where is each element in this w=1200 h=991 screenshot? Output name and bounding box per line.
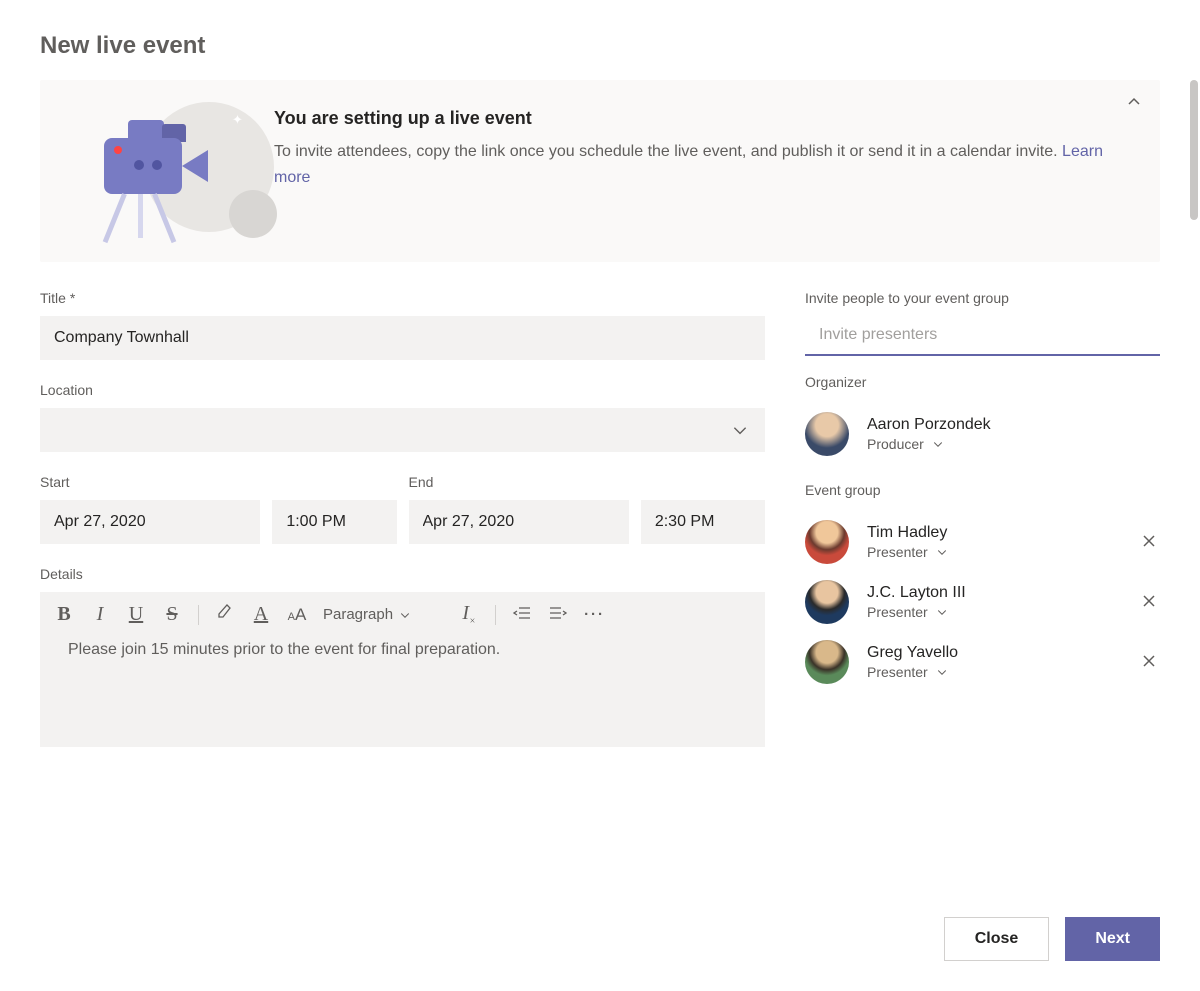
font-size-button[interactable]: AA — [287, 605, 307, 625]
invite-presenters-input[interactable] — [805, 316, 1160, 356]
font-color-button[interactable]: A — [251, 603, 271, 626]
member-role-select[interactable]: Presenter — [867, 664, 1120, 680]
organizer-section-label: Organizer — [805, 374, 1160, 390]
avatar — [805, 580, 849, 624]
end-time-input[interactable] — [641, 500, 765, 544]
avatar — [805, 412, 849, 456]
location-label: Location — [40, 382, 765, 398]
next-button[interactable]: Next — [1065, 917, 1160, 961]
banner-title: You are setting up a live event — [274, 108, 1136, 129]
organizer-role-select[interactable]: Producer — [867, 436, 1160, 452]
event-group-row: J.C. Layton III Presenter — [805, 572, 1160, 632]
member-name: Greg Yavello — [867, 644, 1120, 662]
indent-button[interactable] — [548, 603, 568, 626]
details-textarea[interactable]: Please join 15 minutes prior to the even… — [40, 637, 765, 747]
invite-label: Invite people to your event group — [805, 290, 1160, 306]
member-role-select[interactable]: Presenter — [867, 604, 1120, 620]
info-banner: ✦ You are setting up a live event To inv… — [40, 80, 1160, 262]
organizer-row: Aaron Porzondek Producer — [805, 404, 1160, 464]
collapse-banner-button[interactable] — [1126, 94, 1142, 115]
underline-button[interactable]: U — [126, 603, 146, 626]
paragraph-style-button[interactable]: Paragraph — [323, 606, 411, 623]
start-time-input[interactable] — [272, 500, 396, 544]
member-name: Tim Hadley — [867, 524, 1120, 542]
page-title: New live event — [40, 32, 1160, 60]
scrollbar-thumb[interactable] — [1190, 80, 1198, 220]
more-options-button[interactable]: ··· — [584, 606, 605, 623]
close-button[interactable]: Close — [944, 917, 1050, 961]
strike-button[interactable]: S — [162, 603, 182, 626]
event-group-row: Tim Hadley Presenter — [805, 512, 1160, 572]
banner-description: To invite attendees, copy the link once … — [274, 143, 1062, 160]
remove-member-button[interactable] — [1138, 588, 1160, 617]
bold-button[interactable]: B — [54, 603, 74, 626]
remove-member-button[interactable] — [1138, 528, 1160, 557]
title-input[interactable] — [40, 316, 765, 360]
outdent-button[interactable] — [512, 603, 532, 626]
avatar — [805, 640, 849, 684]
event-group-row: Greg Yavello Presenter — [805, 632, 1160, 692]
member-role-select[interactable]: Presenter — [867, 544, 1120, 560]
avatar — [805, 520, 849, 564]
camera-illustration: ✦ — [64, 98, 274, 238]
chevron-down-icon — [731, 421, 749, 439]
end-label: End — [409, 474, 766, 490]
start-label: Start — [40, 474, 397, 490]
event-group-section-label: Event group — [805, 482, 1160, 498]
location-select[interactable] — [40, 408, 765, 452]
start-date-input[interactable] — [40, 500, 260, 544]
end-date-input[interactable] — [409, 500, 629, 544]
details-label: Details — [40, 566, 765, 582]
remove-member-button[interactable] — [1138, 648, 1160, 677]
member-name: J.C. Layton III — [867, 584, 1120, 602]
title-label: Title * — [40, 290, 765, 306]
organizer-name: Aaron Porzondek — [867, 416, 1160, 434]
clear-format-button[interactable]: I× — [459, 602, 479, 627]
italic-button[interactable]: I — [90, 603, 110, 626]
rich-text-toolbar: B I U S A AA Paragraph I× — [40, 592, 765, 637]
highlight-button[interactable] — [215, 603, 235, 627]
